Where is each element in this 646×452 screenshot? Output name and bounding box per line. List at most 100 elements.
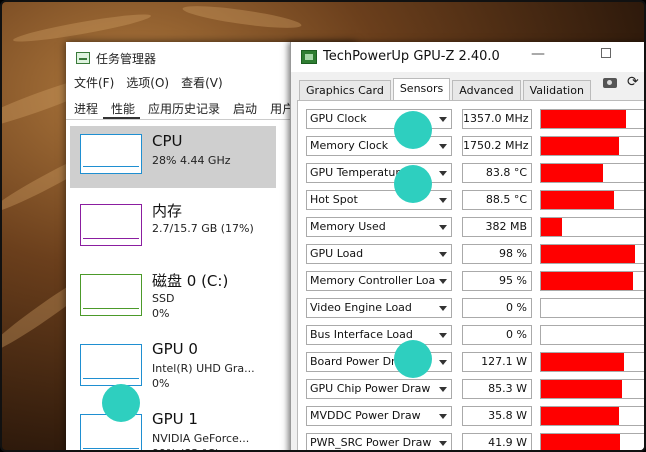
chevron-down-icon[interactable]: [435, 191, 451, 209]
perf-item-3[interactable]: GPU 0 Intel(R) UHD Gra... 0%: [70, 334, 276, 402]
refresh-icon[interactable]: ⟳: [627, 74, 639, 90]
chevron-down-icon[interactable]: [435, 218, 451, 236]
overlay-marker: [394, 165, 432, 203]
menu-file[interactable]: 文件(F): [74, 74, 114, 91]
sensor-graph: [540, 109, 644, 129]
perf-item-name: GPU 0: [152, 340, 198, 358]
sensor-name-dropdown[interactable]: PWR_SRC Power Draw: [306, 433, 452, 450]
perf-item-name: 内存: [152, 202, 183, 220]
sensor-name: Bus Interface Load: [310, 328, 413, 341]
overlay-marker: [394, 111, 432, 149]
sensor-value: 41.9 W: [462, 433, 532, 450]
minimize-button[interactable]: —: [531, 46, 545, 62]
chevron-down-icon[interactable]: [435, 164, 451, 182]
perf-graph-thumbnail: [80, 204, 142, 246]
sensor-name: Video Engine Load: [310, 301, 412, 314]
tab-sensors[interactable]: Sensors: [392, 78, 451, 100]
perf-item-name: GPU 1: [152, 410, 198, 428]
sensor-value: 98 %: [462, 244, 532, 264]
sensor-graph-fill: [541, 245, 635, 263]
chevron-down-icon[interactable]: [435, 272, 451, 290]
overlay-marker: [394, 340, 432, 378]
sensor-name-dropdown[interactable]: Video Engine Load: [306, 298, 452, 318]
chevron-down-icon[interactable]: [435, 380, 451, 398]
sensor-name-dropdown[interactable]: Bus Interface Load: [306, 325, 452, 345]
perf-item-2[interactable]: 磁盘 0 (C:) SSD 0%: [70, 264, 276, 332]
maximize-button[interactable]: [601, 48, 611, 58]
perf-graph-line: [83, 378, 139, 379]
task-manager-menubar: 文件(F) 选项(O) 查看(V): [74, 74, 223, 91]
sensor-row: GPU Chip Power Draw 85.3 W: [306, 379, 644, 401]
sensor-row: Memory Clock 1750.2 MHz: [306, 136, 644, 158]
task-manager-title: 任务管理器: [96, 51, 157, 66]
sensor-row: GPU Temperature 83.8 °C: [306, 163, 644, 185]
perf-item-1[interactable]: 内存 2.7/15.7 GB (17%): [70, 194, 276, 262]
sensor-name-dropdown[interactable]: Memory Used: [306, 217, 452, 237]
perf-item-4[interactable]: GPU 1 NVIDIA GeForce... 99% (83 °C): [70, 404, 276, 450]
tab-graphics-card[interactable]: Graphics Card: [299, 80, 391, 100]
sensor-name: Hot Spot: [310, 193, 358, 206]
sensor-name: PWR_SRC Power Draw: [310, 436, 432, 449]
task-manager-icon: [76, 52, 90, 64]
perf-graph-line: [83, 166, 139, 167]
sensor-graph: [540, 325, 644, 345]
gpuz-title: TechPowerUp GPU-Z 2.40.0: [323, 49, 500, 64]
sensor-name: GPU Temperature: [310, 166, 407, 179]
chevron-down-icon[interactable]: [435, 110, 451, 128]
sensor-value: 1357.0 MHz: [462, 109, 532, 129]
chevron-down-icon[interactable]: [435, 407, 451, 425]
sensor-row: Memory Controller Load 95 %: [306, 271, 644, 293]
perf-item-usage: 99% (83 °C): [152, 447, 219, 450]
perf-item-0[interactable]: CPU 28% 4.44 GHz: [70, 126, 276, 188]
sensor-graph-fill: [541, 110, 627, 128]
tab-processes[interactable]: 进程: [66, 96, 103, 119]
sensor-value: 95 %: [462, 271, 532, 291]
sensor-graph: [540, 217, 644, 237]
chevron-down-icon[interactable]: [435, 326, 451, 344]
sensor-value: 85.3 W: [462, 379, 532, 399]
sensor-graph: [540, 244, 644, 264]
menu-view[interactable]: 查看(V): [181, 74, 223, 91]
chevron-down-icon[interactable]: [435, 353, 451, 371]
perf-item-detail: Intel(R) UHD Gra...: [152, 362, 255, 375]
sensor-name-dropdown[interactable]: GPU Chip Power Draw: [306, 379, 452, 399]
perf-graph-thumbnail: [80, 134, 142, 174]
perf-graph-thumbnail: [80, 344, 142, 386]
sensor-name-dropdown[interactable]: Hot Spot: [306, 190, 452, 210]
sensor-value: 127.1 W: [462, 352, 532, 372]
wallpaper-streak: [12, 9, 152, 47]
sensor-graph-fill: [541, 380, 623, 398]
sensor-name-dropdown[interactable]: MVDDC Power Draw: [306, 406, 452, 426]
sensor-value: 382 MB: [462, 217, 532, 237]
perf-graph-thumbnail: [80, 274, 142, 316]
perf-item-name: CPU: [152, 132, 183, 150]
sensors-panel: GPU Clock 1357.0 MHz Memory Clock 1750.2 MH…: [297, 100, 644, 450]
perf-item-detail: 2.7/15.7 GB (17%): [152, 222, 254, 235]
sensor-name-dropdown[interactable]: Memory Clock: [306, 136, 452, 156]
tab-performance[interactable]: 性能: [103, 96, 141, 119]
sensor-value: 88.5 °C: [462, 190, 532, 210]
chevron-down-icon[interactable]: [435, 434, 451, 450]
chevron-down-icon[interactable]: [435, 137, 451, 155]
sensor-graph-fill: [541, 272, 633, 290]
sensor-graph: [540, 163, 644, 183]
sensor-name: Memory Used: [310, 220, 386, 233]
sensor-graph: [540, 379, 644, 399]
sensor-graph-fill: [541, 407, 619, 425]
tab-startup[interactable]: 启动: [225, 96, 262, 119]
sensor-name-dropdown[interactable]: Memory Controller Load: [306, 271, 452, 291]
sensor-value: 83.8 °C: [462, 163, 532, 183]
tab-app-history[interactable]: 应用历史记录: [140, 96, 225, 119]
camera-icon[interactable]: [603, 78, 617, 88]
sensor-name: MVDDC Power Draw: [310, 409, 421, 422]
chevron-down-icon[interactable]: [435, 245, 451, 263]
menu-options[interactable]: 选项(O): [126, 74, 169, 91]
sensor-graph: [540, 352, 644, 372]
gpuz-window: TechPowerUp GPU-Z 2.40.0 — Graphics Card…: [290, 42, 644, 450]
gpuz-tabs: Graphics Card Sensors Advanced Validatio…: [299, 78, 593, 100]
tab-advanced[interactable]: Advanced: [452, 80, 521, 100]
tab-validation[interactable]: Validation: [522, 80, 591, 100]
sensor-graph-fill: [541, 218, 562, 236]
sensor-name-dropdown[interactable]: GPU Load: [306, 244, 452, 264]
chevron-down-icon[interactable]: [435, 299, 451, 317]
